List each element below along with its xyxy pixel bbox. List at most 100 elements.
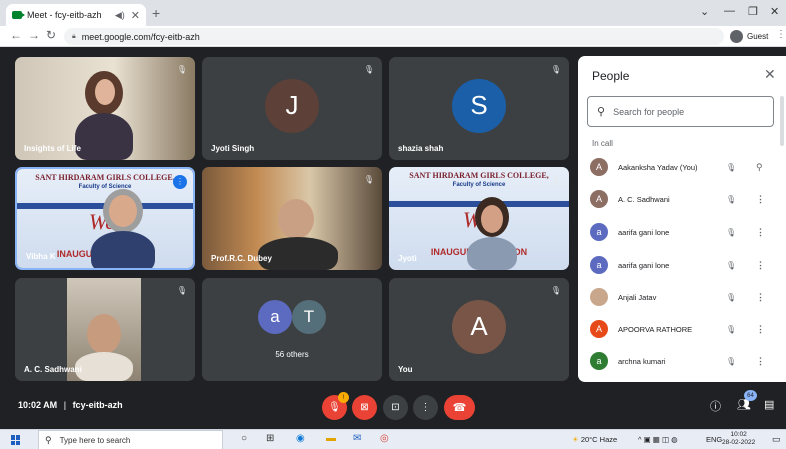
meeting-details-icon[interactable]: ⓘ bbox=[710, 398, 721, 414]
people-search-input[interactable]: ⚲ Search for people bbox=[587, 96, 774, 127]
participant-photo-avatar bbox=[590, 288, 608, 306]
profile-avatar-icon bbox=[730, 30, 743, 43]
participant-name: aarifa gani lone bbox=[618, 227, 670, 237]
browser-tab-meet[interactable]: Meet - fcy-eitb-azh ◀) ✕ bbox=[6, 4, 146, 26]
window-close-icon[interactable]: ✕ bbox=[770, 5, 779, 18]
tray-icons[interactable]: ^ ▣ ▦ ◫ ◍ bbox=[638, 435, 678, 444]
more-options-icon[interactable]: ⋮ bbox=[756, 194, 765, 205]
weather-widget[interactable]: ☀ 20°C Haze bbox=[572, 435, 617, 444]
cortana-icon[interactable]: ○ bbox=[241, 433, 247, 444]
participant-name: Anjali Jatav bbox=[618, 292, 657, 302]
person-body bbox=[75, 352, 133, 381]
avatar: J bbox=[265, 78, 319, 133]
system-clock[interactable]: 10:02 28-02-2022 bbox=[722, 431, 755, 447]
windows-taskbar: ⚲ Type here to search ○ ⊞ ◉ ▬ ✉ ◎ ☀ 20°C… bbox=[0, 429, 786, 449]
taskbar-search-input[interactable]: ⚲ Type here to search bbox=[38, 430, 223, 449]
person-face bbox=[109, 195, 137, 227]
new-tab-button[interactable]: + bbox=[152, 5, 160, 21]
participant-tile[interactable]: 🎙︎ Insights of Life bbox=[15, 57, 195, 160]
participant-row[interactable]: a archna kumari 🎙︎ ⋮ bbox=[578, 346, 778, 376]
mic-off-icon[interactable]: 🎙︎ bbox=[726, 293, 736, 302]
banner-college: SANT HIRDARAM GIRLS COLLEGE, bbox=[35, 173, 175, 182]
participant-tile-speaking[interactable]: SANT HIRDARAM GIRLS COLLEGE, Faculty of … bbox=[15, 167, 195, 270]
participant-name: aarifa gani lone bbox=[618, 260, 670, 270]
mic-off-icon: 🎙︎ bbox=[176, 65, 187, 74]
more-options-button[interactable]: ⋮ bbox=[413, 395, 438, 420]
participant-row[interactable]: A A. C. Sadhwani 🎙︎ ⋮ bbox=[578, 184, 778, 214]
speaker-icon[interactable]: ◀) bbox=[115, 10, 125, 21]
address-bar: ← → ↻ 🔒︎ meet.google.com/fcy-eitb-azh Gu… bbox=[0, 26, 786, 47]
tab-search-icon[interactable]: ⌄ bbox=[700, 5, 709, 18]
participant-avatar: A bbox=[590, 190, 608, 208]
participant-tile[interactable]: S 🎙︎ shazia shah bbox=[389, 57, 569, 160]
file-explorer-icon[interactable]: ▬ bbox=[326, 433, 336, 444]
participant-tile[interactable]: J 🎙︎ Jyoti Singh bbox=[202, 57, 382, 160]
browser-menu-icon[interactable]: ⋮ bbox=[776, 29, 786, 40]
mic-off-icon[interactable]: 🎙︎ bbox=[726, 195, 736, 204]
person-face bbox=[95, 79, 115, 105]
minimize-icon[interactable]: — bbox=[724, 5, 735, 17]
more-options-icon[interactable]: ⋮ bbox=[756, 292, 765, 303]
back-icon[interactable]: ← bbox=[10, 28, 22, 42]
more-options-icon[interactable]: ⋮ bbox=[756, 227, 765, 238]
close-panel-icon[interactable]: ✕ bbox=[764, 66, 776, 83]
self-tile[interactable]: A 🎙︎ You bbox=[389, 278, 569, 381]
forward-icon[interactable]: → bbox=[28, 28, 40, 42]
more-options-icon[interactable]: ⋮ bbox=[756, 324, 765, 335]
mic-off-icon[interactable]: 🎙︎ bbox=[726, 357, 736, 366]
mic-off-icon: 🎙︎ bbox=[550, 65, 561, 74]
participant-row[interactable]: a aarifa gani lone 🎙︎ ⋮ bbox=[578, 217, 778, 247]
clock-date: 28-02-2022 bbox=[722, 439, 756, 446]
profile-button[interactable]: Guest bbox=[730, 29, 768, 44]
participant-row[interactable]: A Aakanksha Yadav (You) 🎙︎ ⚲ bbox=[578, 152, 778, 182]
mic-off-icon[interactable]: 🎙︎ bbox=[726, 325, 736, 334]
restore-icon[interactable]: ❐ bbox=[748, 5, 758, 18]
mic-off-icon: 🎙︎ bbox=[550, 175, 561, 184]
participant-tile[interactable]: 🎙︎ A. C. Sadhwani bbox=[15, 278, 195, 381]
mic-off-icon[interactable]: 🎙︎ bbox=[726, 228, 736, 237]
close-tab-icon[interactable]: ✕ bbox=[131, 9, 140, 22]
tab-title: Meet - fcy-eitb-azh bbox=[27, 10, 102, 20]
participant-row[interactable]: A APOORVA RATHORE 🎙︎ ⋮ bbox=[578, 314, 778, 344]
person-body bbox=[467, 237, 517, 270]
chat-icon[interactable]: ▤ bbox=[764, 398, 774, 411]
mic-off-icon[interactable]: 🎙︎ bbox=[726, 163, 736, 172]
reload-icon[interactable]: ↻ bbox=[46, 28, 56, 42]
participant-count-badge: 64 bbox=[744, 390, 757, 401]
search-icon: ⚲ bbox=[597, 106, 606, 118]
mail-icon[interactable]: ✉ bbox=[353, 433, 361, 444]
more-options-icon[interactable]: ⋮ bbox=[756, 260, 765, 271]
more-options-icon[interactable]: ⋮ bbox=[756, 356, 765, 367]
participant-tile[interactable]: 🎙︎ Prof.R.C. Dubey bbox=[202, 167, 382, 270]
url-field[interactable]: 🔒︎ meet.google.com/fcy-eitb-azh bbox=[64, 28, 724, 45]
taskbar-search-placeholder: Type here to search bbox=[59, 435, 131, 445]
banner-faculty: Faculty of Science bbox=[452, 182, 506, 188]
panel-scrollbar[interactable] bbox=[780, 96, 784, 146]
start-button[interactable] bbox=[11, 435, 21, 445]
language-indicator[interactable]: ENG bbox=[706, 435, 722, 444]
mic-off-icon: 🎙︎ bbox=[550, 286, 561, 295]
mic-off-icon: 🎙︎ bbox=[328, 402, 341, 413]
banner-faculty: Faculty of Science bbox=[78, 184, 132, 190]
haze-icon: ☀ bbox=[572, 435, 579, 444]
hand-raise-badge: ! bbox=[338, 392, 349, 403]
mic-off-icon: 🎙︎ bbox=[363, 65, 374, 74]
meet-favicon-icon bbox=[12, 11, 25, 19]
notifications-icon[interactable]: ▭ bbox=[772, 434, 781, 445]
present-screen-button[interactable]: ⊡ bbox=[383, 395, 408, 420]
leave-call-button[interactable]: ☎ bbox=[444, 395, 475, 420]
mic-off-icon[interactable]: 🎙︎ bbox=[726, 261, 736, 270]
pin-icon[interactable]: ⚲ bbox=[756, 162, 763, 173]
task-view-icon[interactable]: ⊞ bbox=[266, 433, 274, 444]
participant-tile[interactable]: SANT HIRDARAM GIRLS COLLEGE, Faculty of … bbox=[389, 167, 569, 270]
edge-icon[interactable]: ◉ bbox=[296, 433, 305, 444]
lock-icon[interactable]: 🔒︎ bbox=[72, 33, 76, 41]
meeting-code: fcy-eitb-azh bbox=[72, 400, 123, 410]
chrome-icon[interactable]: ◎ bbox=[380, 433, 389, 444]
participant-row[interactable]: Anjali Jatav 🎙︎ ⋮ bbox=[578, 282, 778, 312]
person-face bbox=[481, 205, 503, 233]
participant-row[interactable]: a aarifa gani lone 🎙︎ ⋮ bbox=[578, 250, 778, 280]
avatar: A bbox=[452, 299, 506, 354]
others-tile[interactable]: a T 56 others bbox=[202, 278, 382, 381]
camera-toggle-button[interactable]: ⊠ bbox=[352, 395, 377, 420]
